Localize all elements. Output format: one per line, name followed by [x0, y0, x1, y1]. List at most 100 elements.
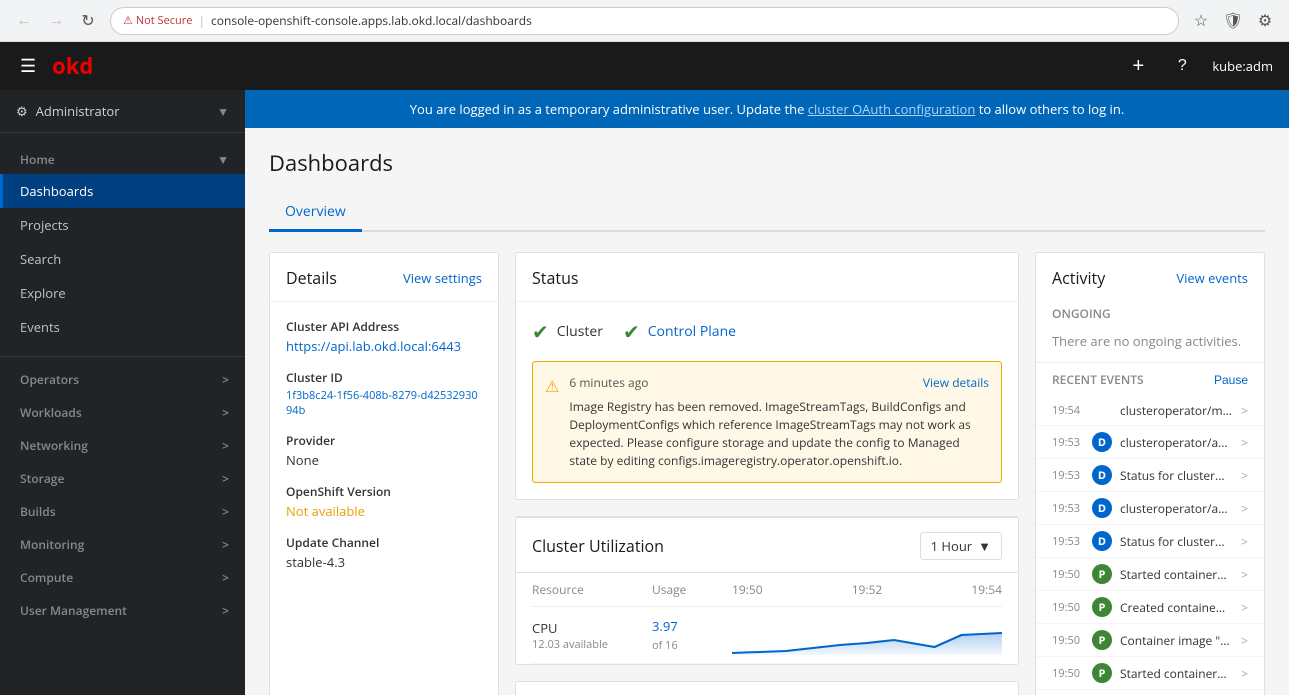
cpu-available: 12.03 available — [532, 637, 652, 652]
cpu-denom: of 16 — [652, 638, 678, 653]
event-text: Status for cluster... — [1120, 467, 1233, 484]
event-item[interactable]: 19:50 P Container image "... > — [1036, 624, 1264, 657]
star-button[interactable]: ☆ — [1187, 7, 1215, 35]
add-button[interactable]: + — [1124, 52, 1152, 80]
utilization-row-cpu: CPU 12.03 available 3.97 of 16 — [532, 607, 1002, 664]
reload-button[interactable]: ↻ — [74, 7, 102, 35]
event-d-icon: D — [1092, 432, 1112, 452]
sidebar-item-networking[interactable]: Networking > — [0, 427, 245, 460]
sidebar-item-search[interactable]: Search — [0, 242, 245, 276]
event-time: 19:50 — [1052, 666, 1084, 681]
sidebar-item-projects[interactable]: Projects — [0, 208, 245, 242]
ongoing-section: Ongoing There are no ongoing activities. — [1036, 301, 1264, 362]
sidebar-item-events[interactable]: Events — [0, 310, 245, 344]
control-plane-link[interactable]: Control Plane — [648, 322, 736, 341]
ongoing-label: Ongoing — [1052, 305, 1248, 322]
event-p-icon: P — [1092, 564, 1112, 584]
middle-column: Status ✔ Cluster ✔ Control Plane — [515, 252, 1019, 695]
event-item[interactable]: 19:54 clusteroperator/mac... > — [1036, 396, 1264, 426]
sidebar-home-group: Home ▼ Dashboards Projects Search Explor… — [0, 133, 245, 352]
view-settings-link[interactable]: View settings — [403, 269, 482, 287]
storage-chevron: > — [222, 470, 229, 487]
sidebar-item-monitoring[interactable]: Monitoring > — [0, 526, 245, 559]
time-label-2: 19:52 — [852, 581, 883, 598]
cluster-check-icon: ✔ — [532, 318, 549, 345]
sidebar-item-dashboards[interactable]: Dashboards — [0, 174, 245, 208]
sidebar-item-home[interactable]: Home ▼ — [0, 141, 245, 174]
event-p-icon: P — [1092, 597, 1112, 617]
event-item[interactable]: 19:50 P Created containe... > — [1036, 591, 1264, 624]
time-label-3: 19:54 — [971, 581, 1002, 598]
event-arrow-icon: > — [1241, 402, 1248, 419]
address-bar[interactable]: ⚠ Not Secure | console-openshift-console… — [110, 7, 1179, 35]
networking-chevron: > — [222, 437, 229, 454]
warning-message: ⚠ 6 minutes ago View details Image Regis… — [532, 361, 1002, 483]
back-button[interactable]: ← — [10, 7, 38, 35]
event-text: clusteroperator/a... — [1120, 434, 1233, 451]
logo-text: okd — [52, 51, 93, 81]
event-item[interactable]: 19:53 D clusteroperator/a... > — [1036, 426, 1264, 459]
event-time: 19:53 — [1052, 534, 1084, 549]
sidebar-item-compute[interactable]: Compute > — [0, 559, 245, 592]
time-selector[interactable]: 1 Hour ▼ — [920, 532, 1002, 560]
sidebar-item-operators[interactable]: Operators > — [0, 361, 245, 394]
event-arrow-icon: > — [1241, 665, 1248, 682]
event-time: 19:53 — [1052, 468, 1084, 483]
activity-header: Activity View events — [1036, 253, 1264, 301]
event-text: clusteroperator/mac... — [1120, 402, 1233, 419]
browser-actions: ☆ 🛡 ⚙ — [1187, 7, 1279, 35]
sidebar-item-storage[interactable]: Storage > — [0, 460, 245, 493]
shield-button[interactable]: 🛡 — [1219, 7, 1247, 35]
help-button[interactable]: ? — [1168, 52, 1196, 80]
details-card-header: Details View settings — [270, 253, 498, 302]
event-list: 19:54 clusteroperator/mac... > 19:53 D c… — [1036, 396, 1264, 690]
event-item[interactable]: 19:53 D clusteroperator/a... > — [1036, 492, 1264, 525]
browser-chrome: ← → ↻ ⚠ Not Secure | console-openshift-c… — [0, 0, 1289, 42]
workloads-chevron: > — [222, 404, 229, 421]
event-d-icon: D — [1092, 465, 1112, 485]
time-selector-chevron: ▼ — [978, 537, 991, 555]
extensions-button[interactable]: ⚙ — [1251, 7, 1279, 35]
sidebar-section-header[interactable]: ⚙ Administrator ▼ — [0, 90, 245, 133]
home-chevron: ▼ — [217, 151, 229, 168]
sidebar-item-workloads[interactable]: Workloads > — [0, 394, 245, 427]
oauth-link[interactable]: cluster OAuth configuration — [808, 100, 976, 118]
app-container: ☰ okd + ? kube:adm ⚙ Administrator ▼ — [0, 42, 1289, 695]
recent-events-label: Recent Events — [1052, 371, 1144, 388]
sidebar-item-builds[interactable]: Builds > — [0, 493, 245, 526]
cpu-label: CPU — [532, 619, 652, 637]
event-arrow-icon: > — [1241, 632, 1248, 649]
status-card: Status ✔ Cluster ✔ Control Plane — [515, 252, 1019, 500]
hamburger-button[interactable]: ☰ — [16, 52, 40, 81]
warning-icon: ⚠ — [123, 13, 133, 28]
utilization-header-row: Resource Usage 19:50 19:52 19:54 — [532, 573, 1002, 607]
event-item[interactable]: 19:53 D Status for cluster... > — [1036, 525, 1264, 558]
event-arrow-icon: > — [1241, 566, 1248, 583]
status-items: ✔ Cluster ✔ Control Plane — [516, 302, 1018, 361]
warning-triangle-icon: ⚠ — [545, 375, 559, 470]
api-address-value[interactable]: https://api.lab.okd.local:6443 — [286, 337, 482, 355]
sidebar-item-user-management[interactable]: User Management > — [0, 592, 245, 625]
event-item[interactable]: 19:50 P Started container... > — [1036, 657, 1264, 690]
event-item[interactable]: 19:53 D Status for cluster... > — [1036, 459, 1264, 492]
event-arrow-icon: > — [1241, 533, 1248, 550]
view-events-link[interactable]: View events — [1176, 269, 1248, 287]
warning-text: Image Registry has been removed. ImageSt… — [569, 398, 970, 469]
details-title: Details — [286, 267, 337, 289]
event-time: 19:50 — [1052, 600, 1084, 615]
event-item[interactable]: 19:50 P Started container... > — [1036, 558, 1264, 591]
forward-button[interactable]: → — [42, 7, 70, 35]
details-card-body: Cluster API Address https://api.lab.okd.… — [270, 302, 498, 601]
event-arrow-icon: > — [1241, 434, 1248, 451]
user-name[interactable]: kube:adm — [1212, 57, 1273, 75]
detail-openshift-version: OpenShift Version Not available — [286, 483, 482, 520]
view-details-link[interactable]: View details — [923, 374, 989, 392]
tabs: Overview — [269, 194, 1265, 232]
sidebar-item-explore[interactable]: Explore — [0, 276, 245, 310]
top-nav: ☰ okd + ? kube:adm — [0, 42, 1289, 90]
okd-logo: okd — [52, 51, 93, 81]
cluster-id-value[interactable]: 1f3b8c24-1f56-408b-8279-d4253293094b — [286, 388, 482, 418]
tab-overview[interactable]: Overview — [269, 194, 362, 232]
no-activities-text: There are no ongoing activities. — [1052, 328, 1248, 354]
pause-button[interactable]: Pause — [1214, 373, 1248, 387]
